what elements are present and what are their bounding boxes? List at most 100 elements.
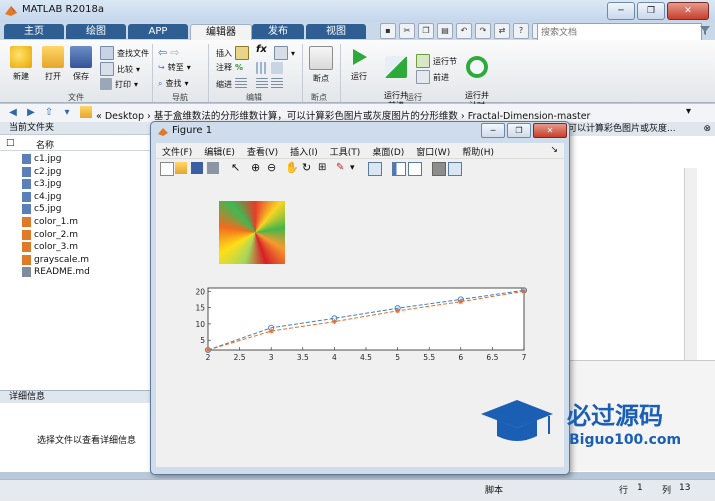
filter-icon[interactable]: [699, 24, 711, 36]
print-figure-icon[interactable]: [207, 162, 219, 174]
pointer-icon[interactable]: ↖: [231, 162, 243, 174]
smart-indent-icon[interactable]: [256, 62, 283, 74]
menu-file[interactable]: 文件(F): [156, 143, 198, 158]
back-forward-buttons[interactable]: ⇦ ⇨: [158, 46, 179, 59]
up-folder-icon[interactable]: ⇧: [42, 106, 56, 119]
increase-indent-icon: [256, 78, 268, 90]
name-column-header[interactable]: 名称: [36, 138, 54, 151]
figure-maximize-button[interactable]: ❐: [507, 123, 531, 138]
save-quick-icon[interactable]: ▪: [380, 23, 396, 39]
indent-more-icons[interactable]: [256, 78, 283, 90]
figure-close-button[interactable]: ✕: [533, 123, 567, 138]
hide-tools-icon[interactable]: [432, 162, 446, 176]
forward-arrow-icon[interactable]: ⇨: [170, 46, 179, 59]
advance-button[interactable]: 前进: [416, 70, 449, 84]
menu-edit[interactable]: 编辑(E): [198, 143, 241, 158]
browse-icon[interactable]: ▾: [60, 106, 74, 119]
zoom-in-icon[interactable]: ⊕: [251, 162, 263, 174]
run-section-button[interactable]: 运行节: [416, 54, 457, 68]
file-list-item[interactable]: c3.jpg: [22, 178, 61, 190]
file-list-item[interactable]: c5.jpg: [22, 203, 61, 215]
brush-dropdown-icon[interactable]: ▾: [350, 162, 362, 174]
zoom-out-icon[interactable]: ⊖: [267, 162, 279, 174]
save-figure-icon[interactable]: [191, 162, 203, 174]
save-button[interactable]: 保存: [68, 46, 94, 82]
menu-desktop[interactable]: 桌面(D): [366, 143, 410, 158]
menubar-dock-icon[interactable]: ↘: [544, 143, 564, 158]
file-list-item[interactable]: color_3.m: [22, 241, 78, 253]
tab-plots[interactable]: 绘图: [66, 24, 126, 39]
x-tick-label: 7: [522, 353, 527, 362]
rotate-3d-icon[interactable]: ↻: [302, 162, 314, 174]
file-name: c4.jpg: [34, 191, 62, 202]
new-button[interactable]: 新建: [6, 46, 36, 82]
data-cursor-icon[interactable]: ⊞: [318, 162, 330, 174]
copy-quick-icon[interactable]: ❐: [418, 23, 434, 39]
help-quick-icon[interactable]: ?: [513, 23, 529, 39]
find-files-button[interactable]: 查找文件: [100, 46, 149, 60]
editor-close-icon[interactable]: ⊗: [703, 122, 711, 136]
minimize-button[interactable]: ─: [607, 2, 635, 20]
function-insert-button[interactable]: ▾: [274, 46, 295, 60]
tab-editor[interactable]: 编辑器: [190, 24, 252, 40]
brush-icon[interactable]: ✎: [336, 162, 348, 174]
forward-icon[interactable]: ▶: [24, 106, 38, 119]
open-file-icon[interactable]: [175, 162, 187, 174]
link-plot-icon[interactable]: [368, 162, 382, 176]
file-list-item[interactable]: grayscale.m: [22, 254, 89, 266]
tab-publish[interactable]: 发布: [252, 24, 304, 39]
new-file-icon: [10, 46, 32, 68]
undo-quick-icon[interactable]: ↶: [456, 23, 472, 39]
redo-quick-icon[interactable]: ↷: [475, 23, 491, 39]
switch-window-icon[interactable]: ⇄: [494, 23, 510, 39]
file-list-item[interactable]: color_1.m: [22, 216, 78, 228]
back-icon[interactable]: ◀: [6, 106, 20, 119]
insert-button[interactable]: 插入: [216, 46, 249, 60]
search-documentation-input[interactable]: [537, 23, 702, 41]
tab-home[interactable]: 主页: [4, 24, 64, 39]
x-tick-label: 2.5: [234, 353, 246, 362]
file-list-item[interactable]: c1.jpg: [22, 153, 61, 165]
menu-window[interactable]: 窗口(W): [410, 143, 456, 158]
current-path[interactable]: « Desktop › 基于盒维数法的分形维数计算，可以计算彩色图片或灰度图片的…: [96, 108, 590, 122]
show-tools-icon[interactable]: [448, 162, 462, 176]
close-button[interactable]: ✕: [667, 2, 709, 20]
pan-hand-icon[interactable]: ✋: [285, 162, 299, 174]
y-tick-label: 10: [195, 320, 205, 329]
print-button[interactable]: 打印 ▾: [100, 78, 138, 90]
tab-apps[interactable]: APP: [128, 24, 188, 39]
menu-insert[interactable]: 插入(I): [284, 143, 324, 158]
save-icon: [70, 46, 92, 68]
figure-minimize-button[interactable]: ─: [481, 123, 505, 138]
goto-button[interactable]: ↪ 转至 ▾: [158, 62, 191, 73]
colorbar-icon[interactable]: [392, 162, 406, 176]
new-figure-icon[interactable]: [160, 162, 174, 176]
comment-button[interactable]: 注释 %: [216, 62, 243, 73]
file-list-item[interactable]: c4.jpg: [22, 191, 61, 203]
paste-quick-icon[interactable]: ▤: [437, 23, 453, 39]
indent-button[interactable]: 缩进: [216, 78, 247, 90]
path-dropdown-icon[interactable]: ▾: [686, 106, 691, 117]
cut-quick-icon[interactable]: ✂: [399, 23, 415, 39]
compare-button[interactable]: 比较 ▾: [100, 62, 140, 76]
fx-button[interactable]: fx: [256, 44, 267, 55]
file-list-item[interactable]: README.md: [22, 266, 90, 278]
file-list-item[interactable]: color_2.m: [22, 229, 78, 241]
legend-icon[interactable]: [408, 162, 422, 176]
menu-view[interactable]: 查看(V): [241, 143, 284, 158]
y-tick-label: 15: [195, 304, 205, 313]
run-and-time-button[interactable]: 运行并 计时: [462, 46, 492, 111]
run-button[interactable]: 运行: [344, 46, 374, 82]
group-divider: [208, 44, 209, 102]
file-list-item[interactable]: c2.jpg: [22, 166, 61, 178]
column-header: □ 名称: [0, 136, 150, 151]
menu-help[interactable]: 帮助(H): [456, 143, 500, 158]
sort-icon[interactable]: □: [6, 138, 15, 148]
back-arrow-icon[interactable]: ⇦: [158, 46, 167, 59]
find-button[interactable]: ⌕ 查找 ▾: [158, 78, 189, 89]
breakpoints-button[interactable]: 断点: [306, 46, 336, 84]
menu-tools[interactable]: 工具(T): [324, 143, 367, 158]
tab-view[interactable]: 视图: [306, 24, 366, 39]
maximize-button[interactable]: ❐: [637, 2, 665, 20]
open-button[interactable]: 打开: [38, 46, 68, 82]
